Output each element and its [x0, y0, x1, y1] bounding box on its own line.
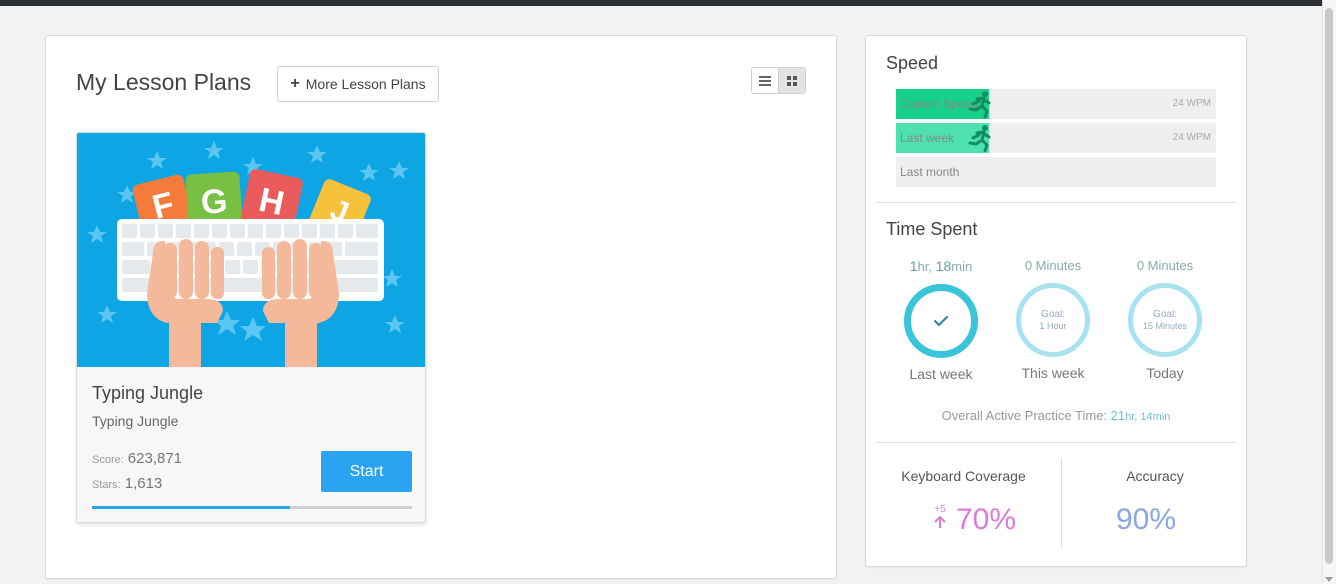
stars-stat: Stars: 1,613	[92, 475, 162, 492]
speed-label-last-week: Last week	[900, 131, 955, 145]
list-view-button[interactable]	[752, 68, 779, 93]
lesson-title[interactable]: Typing Jungle	[92, 383, 203, 404]
runner-icon	[968, 91, 991, 118]
accuracy-label: Accuracy	[1126, 468, 1184, 484]
time-ring-this-week: Goal: 1 Hour	[1016, 283, 1090, 357]
time-ring-last-week	[904, 284, 978, 358]
speed-wpm-current: 24 WPM	[1172, 98, 1211, 109]
time-label-this-week: This week	[1021, 365, 1085, 381]
keyboard-coverage-value: 70%	[956, 503, 1017, 536]
stars-value: 1,613	[124, 475, 163, 492]
overall-hours: 21	[1110, 408, 1126, 423]
key-g-label: G	[200, 182, 229, 222]
browser-top-bar	[0, 0, 1322, 6]
score-label: Score:	[92, 454, 124, 466]
overall-label: Overall Active Practice Time:	[941, 408, 1111, 423]
overall-minutes-unit: min	[1152, 411, 1171, 423]
speed-title: Speed	[886, 53, 939, 73]
stars-label: Stars:	[92, 479, 121, 491]
accuracy-value: 90%	[1116, 503, 1177, 536]
time-label-today: Today	[1146, 365, 1184, 381]
lesson-plans-panel: My Lesson Plans + More Lesson Plans F G …	[45, 35, 837, 579]
speed-bar-current: Current Speed 24 WPM	[896, 89, 1216, 119]
time-col-this-week: 0 Minutes Goal: 1 Hour This week	[997, 258, 1109, 381]
speed-bar-last-month: Last month	[896, 157, 1216, 187]
time-col-today: 0 Minutes Goal: 15 Minutes Today	[1109, 258, 1221, 381]
grid-icon	[787, 75, 798, 86]
goal-value: 1 Hour	[1039, 320, 1067, 331]
grid-view-button[interactable]	[778, 68, 805, 93]
page-scrollbar[interactable]	[1322, 0, 1336, 584]
more-lesson-plans-label: More Lesson Plans	[305, 76, 426, 92]
keyboard-coverage-label: Keyboard Coverage	[901, 468, 1026, 484]
checkmark-icon	[934, 316, 948, 327]
lesson-thumbnail[interactable]: F G H J	[77, 133, 425, 367]
time-col-last-week: 1hr, 18min Last week	[885, 258, 997, 382]
goal-label: Goal:	[1153, 308, 1177, 320]
keyboard-coverage-delta: +5	[933, 505, 947, 532]
time-last-week-value: 1hr, 18min	[885, 258, 997, 274]
lesson-card[interactable]: F G H J Typing Jungle Typing Jungle Scor…	[76, 132, 426, 523]
keyboard-coverage-delta-value: +5	[934, 504, 946, 515]
section-divider	[876, 442, 1236, 443]
time-spent-title: Time Spent	[886, 219, 978, 239]
time-label-last-week: Last week	[909, 366, 973, 382]
view-toggle	[751, 67, 806, 94]
lesson-subtitle: Typing Jungle	[92, 413, 179, 429]
goal-value: 15 Minutes	[1142, 320, 1188, 331]
stats-panel: Speed Current Speed 24 WPM Last week 24 …	[865, 35, 1247, 567]
list-icon	[759, 75, 772, 86]
speed-wpm-last-week: 24 WPM	[1172, 132, 1211, 143]
typing-jungle-illustration: F G H J	[77, 133, 425, 367]
goal-label: Goal:	[1041, 308, 1065, 320]
time-today-value: 0 Minutes	[1136, 258, 1194, 273]
runner-icon	[968, 125, 991, 152]
speed-bar-last-week: Last week 24 WPM	[896, 123, 1216, 153]
hours-unit: hr,	[917, 259, 936, 274]
lesson-progress-bar	[92, 506, 412, 509]
plus-icon: +	[290, 75, 300, 92]
minutes-number: 18	[935, 258, 952, 274]
hours-number: 1	[909, 258, 918, 274]
scroll-down-arrow-icon[interactable]	[1325, 577, 1333, 582]
start-button[interactable]: Start	[321, 451, 412, 492]
lesson-progress-fill	[92, 506, 291, 509]
speed-label-last-month: Last month	[900, 165, 960, 179]
time-ring-today: Goal: 15 Minutes	[1128, 283, 1202, 357]
overall-hours-unit: hr,	[1125, 411, 1141, 423]
overall-practice-time: Overall Active Practice Time: 21hr, 14mi…	[866, 408, 1246, 423]
time-this-week-value: 0 Minutes	[1024, 258, 1082, 273]
minutes-unit: min	[951, 259, 973, 274]
score-stat: Score: 623,871	[92, 450, 182, 467]
overall-minutes: 14	[1140, 411, 1153, 423]
arrow-up-icon	[934, 515, 946, 528]
scrollbar-thumb[interactable]	[1325, 8, 1333, 564]
page-title: My Lesson Plans	[76, 69, 252, 95]
more-lesson-plans-button[interactable]: + More Lesson Plans	[277, 66, 439, 102]
section-divider	[876, 202, 1236, 203]
score-value: 623,871	[127, 450, 183, 467]
